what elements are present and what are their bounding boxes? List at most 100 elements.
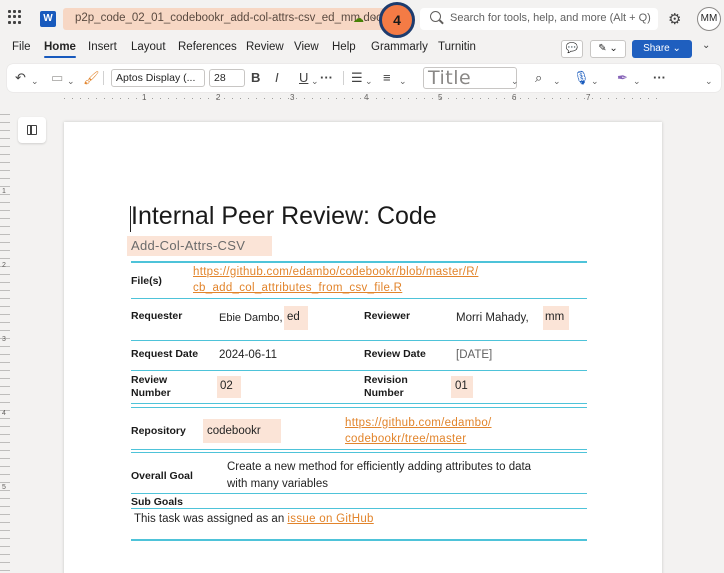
undo-icon[interactable]: ↶ — [15, 70, 26, 86]
clipboard-icon[interactable]: ▭ — [51, 70, 63, 86]
style-select[interactable]: Title — [423, 67, 517, 89]
tab-review[interactable]: Review — [246, 41, 284, 53]
review-number-label: Review — [131, 374, 168, 386]
tab-insert[interactable]: Insert — [88, 41, 117, 53]
font-name-select[interactable]: Aptos Display (... — [111, 69, 205, 87]
find-icon[interactable]: ⌕ — [535, 70, 542, 86]
vertical-ruler[interactable] — [0, 114, 10, 573]
ruler-mark: 5 — [2, 484, 6, 491]
bold-button[interactable]: B — [251, 70, 260, 86]
avatar[interactable]: MM — [697, 7, 721, 31]
italic-button[interactable]: I — [275, 70, 279, 86]
requester-label: Requester — [131, 310, 183, 322]
table-divider — [131, 340, 587, 341]
table-border — [131, 261, 587, 263]
review-date[interactable]: [DATE] — [456, 348, 492, 363]
dictate-icon[interactable]: 🎙 — [573, 70, 590, 86]
repository-link[interactable]: https://github.com/edambo/ — [345, 416, 492, 431]
ruler-mark: 1 — [2, 188, 6, 195]
chevron-down-icon[interactable]: ⌄ — [511, 73, 519, 89]
align-icon[interactable]: ≡ — [383, 70, 391, 86]
repository-link[interactable]: codebookr/tree/master — [345, 432, 466, 447]
requester-name[interactable]: Ebie Dambo, — [219, 311, 283, 326]
editor-icon[interactable]: ✒ — [617, 70, 628, 86]
document-title[interactable]: Internal Peer Review: Code — [131, 202, 437, 231]
share-button[interactable]: Share ⌄ — [632, 40, 692, 58]
tab-references[interactable]: References — [178, 41, 237, 53]
chevron-down-icon[interactable]: ⌄ — [67, 73, 75, 89]
ruler-mark: 7 — [586, 93, 591, 102]
tab-layout[interactable]: Layout — [131, 41, 166, 53]
sub-goal-item[interactable]: This task was assigned as an issue on Gi… — [134, 512, 374, 527]
ruler-mark: 1 — [142, 93, 147, 102]
navigation-pane-button[interactable] — [18, 117, 46, 143]
tab-grammarly[interactable]: Grammarly — [371, 41, 428, 53]
files-link[interactable]: https://github.com/edambo/codebookr/blob… — [193, 265, 478, 280]
ruler-mark: 2 — [2, 262, 6, 269]
title-bar: W p2p_code_02_01_codebookr_add-col-attrs… — [0, 0, 724, 38]
format-painter-icon[interactable]: 🖌 — [83, 70, 100, 86]
underline-button[interactable]: U — [299, 70, 308, 86]
overall-goal-text[interactable]: Create a new method for efficiently addi… — [227, 460, 531, 475]
ruler-mark: 6 — [512, 93, 517, 102]
step-number-badge: 4 — [379, 2, 415, 38]
divider — [103, 71, 104, 85]
ruler-mark: 3 — [2, 336, 6, 343]
chevron-down-icon[interactable]: ⌄ — [399, 73, 407, 89]
gear-icon[interactable]: ⚙ — [668, 10, 681, 28]
request-date-label: Request Date — [131, 348, 199, 360]
overall-goal-text[interactable]: with many variables — [227, 477, 328, 492]
app-launcher-icon[interactable] — [8, 10, 22, 24]
tab-file[interactable]: File — [12, 41, 31, 53]
revision-number-label: Revision — [364, 374, 408, 386]
github-issue-link[interactable]: issue on GitHub — [287, 513, 373, 525]
sub-goals-label: Sub Goals — [131, 496, 183, 508]
chevron-down-icon[interactable]: ⌄ — [633, 73, 641, 89]
repository-name[interactable]: codebookr — [207, 424, 261, 439]
chevron-down-icon[interactable]: ⌄ — [311, 73, 319, 89]
revision-number[interactable]: 01 — [455, 379, 468, 394]
requester-initials[interactable]: ed — [287, 310, 300, 325]
chevron-down-icon[interactable]: ⌄ — [365, 73, 373, 89]
table-divider — [131, 370, 587, 371]
reviewer-name[interactable]: Morri Mahady, — [456, 311, 529, 326]
table-divider — [131, 508, 587, 509]
sub-goal-text: This task was assigned as an — [134, 513, 285, 525]
tab-turnitin[interactable]: Turnitin — [438, 41, 476, 53]
chevron-down-icon[interactable]: ⌄ — [370, 11, 378, 22]
divider — [343, 71, 344, 85]
request-date[interactable]: 2024-06-11 — [219, 348, 277, 363]
files-label: File(s) — [131, 275, 162, 287]
word-icon[interactable]: W — [40, 11, 56, 27]
tab-view[interactable]: View — [294, 41, 319, 53]
tab-help[interactable]: Help — [332, 41, 356, 53]
comments-button[interactable]: 💬 — [561, 40, 583, 58]
table-divider — [131, 403, 587, 404]
editing-mode-button[interactable]: ✎ ⌄ — [590, 40, 626, 58]
reviewer-initials[interactable]: mm — [545, 310, 564, 325]
chevron-down-icon[interactable]: ⌄ — [702, 40, 710, 51]
ruler-mark: 5 — [438, 93, 443, 102]
review-date-label: Review Date — [364, 348, 426, 360]
reviewer-label: Reviewer — [364, 310, 411, 322]
cloud-saved-icon[interactable]: ☁ — [353, 12, 364, 25]
more-options-icon[interactable]: ··· — [320, 70, 333, 86]
chevron-down-icon[interactable]: ⌄ — [31, 73, 39, 89]
review-number[interactable]: 02 — [220, 379, 233, 394]
chevron-down-icon[interactable]: ⌄ — [553, 73, 561, 89]
font-size-select[interactable]: 28 — [209, 69, 245, 87]
search-input[interactable]: Search for tools, help, and more (Alt + … — [420, 8, 658, 30]
bullets-icon[interactable]: ☰ — [351, 70, 363, 86]
tab-home[interactable]: Home — [44, 41, 76, 58]
repository-label: Repository — [131, 425, 186, 437]
document-name[interactable]: p2p_code_02_01_codebookr_add-col-attrs-c… — [63, 8, 385, 30]
chevron-down-icon[interactable]: ⌄ — [705, 73, 713, 89]
horizontal-ruler[interactable]: 1 2 3 4 5 6 7 — [64, 93, 662, 104]
ruler-mark: 4 — [2, 410, 6, 417]
review-number-label: Number — [131, 387, 171, 399]
document-subtitle[interactable]: Add-Col-Attrs-CSV — [131, 238, 245, 253]
table-divider — [131, 452, 587, 453]
files-link[interactable]: cb_add_col_attributes_from_csv_file.R — [193, 281, 402, 296]
more-options-icon[interactable]: ··· — [653, 70, 666, 86]
chevron-down-icon[interactable]: ⌄ — [591, 73, 599, 89]
